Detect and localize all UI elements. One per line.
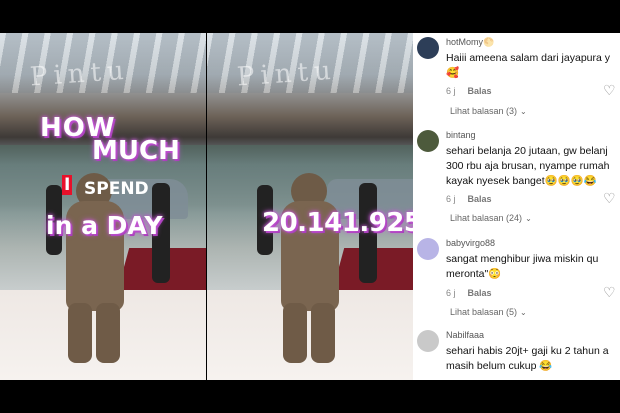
heart-outline-icon[interactable]: ♡ [603, 285, 617, 299]
comment-text: sehari habis 20jt+ gaji ku 2 tahun a mas… [446, 345, 609, 372]
chevron-down-icon: ⌄ [520, 308, 527, 317]
comment-time: 6 j [446, 86, 456, 96]
comment-time: 6 j [446, 194, 456, 204]
avatar[interactable] [417, 37, 439, 59]
comment-username[interactable]: hotMomy🌕 [446, 37, 494, 48]
heart-outline-icon[interactable]: ♡ [603, 83, 617, 97]
comment-time: 6 j [446, 288, 456, 298]
reply-button[interactable]: Balas [468, 86, 492, 96]
view-replies-label: Lihat balasan (24) [450, 213, 523, 223]
comment-meta: 6 j Balas [446, 194, 492, 204]
view-replies-label: Lihat balasan (5) [450, 307, 518, 317]
overlay-spend: SPEND [84, 179, 149, 199]
overlay-much: MUCH [92, 136, 180, 166]
avatar[interactable] [417, 238, 439, 260]
avatar[interactable] [417, 330, 439, 352]
view-replies-button[interactable]: Lihat balasan (24) ⌄ [450, 213, 532, 223]
chevron-down-icon: ⌄ [525, 214, 532, 223]
overlay-amount: 20.141.925 [262, 208, 413, 238]
letterbox-bottom [0, 380, 620, 413]
comment-username[interactable]: bintang [446, 130, 476, 140]
overlay-i: I [62, 175, 73, 195]
overlay-in-a-day: in a DAY [46, 211, 163, 240]
comment-meta: 6 j Balas [446, 86, 492, 96]
view-replies-button[interactable]: Lihat balasan (3) ⌄ [450, 106, 527, 116]
chevron-down-icon: ⌄ [520, 107, 527, 116]
comment-meta: 6 j Balas [446, 288, 492, 298]
video-frame-right[interactable]: Pintu 20.141.925 [207, 33, 413, 380]
comment-text: sehari belanja 20 jutaan, gw belanj 300 … [446, 145, 610, 187]
video-frame-left[interactable]: Pintu HOW MUCH I SPEND in a DAY [0, 33, 206, 380]
avatar[interactable] [417, 130, 439, 152]
comment-text: sangat menghibur jiwa miskin qu meronta"… [446, 253, 599, 280]
comment-username[interactable]: Nabilfaaa [446, 330, 484, 340]
letterbox-top [0, 0, 620, 33]
heart-outline-icon[interactable]: ♡ [603, 191, 617, 205]
bear-costume-person [277, 173, 343, 363]
comments-panel[interactable]: hotMomy🌕 Haiii ameena salam dari jayapur… [413, 33, 620, 380]
reply-button[interactable]: Balas [468, 194, 492, 204]
view-replies-label: Lihat balasan (3) [450, 106, 518, 116]
mall-scene: Pintu [0, 33, 206, 380]
view-replies-button[interactable]: Lihat balasan (5) ⌄ [450, 307, 527, 317]
comment-text: Haiii ameena salam dari jayapura y 🥰 [446, 52, 610, 79]
reply-button[interactable]: Balas [468, 288, 492, 298]
bear-costume-person [62, 173, 128, 363]
mall-scene: Pintu [207, 33, 413, 380]
comment-username[interactable]: babyvirgo88 [446, 238, 495, 248]
